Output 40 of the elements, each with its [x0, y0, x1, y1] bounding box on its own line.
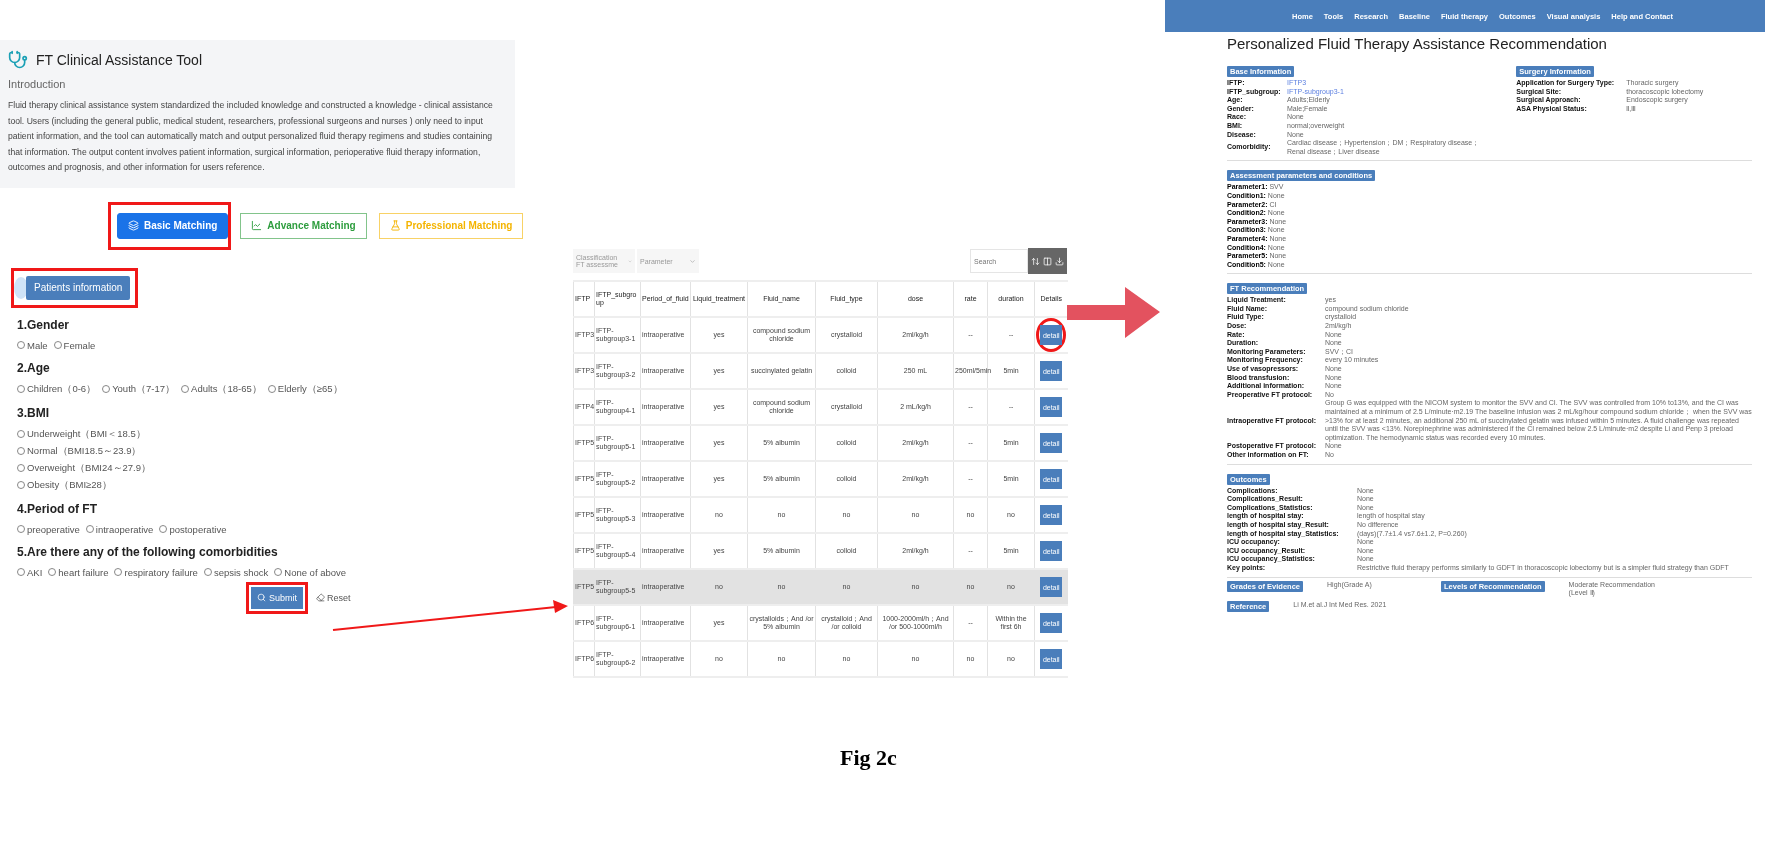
columns-icon[interactable] — [1043, 256, 1052, 266]
layers-icon — [128, 220, 139, 231]
radio-option[interactable]: Male — [17, 339, 48, 351]
caret-icon — [689, 257, 696, 265]
stethoscope-icon — [8, 50, 28, 70]
radio-option[interactable]: preoperative — [17, 523, 80, 535]
radio-option[interactable]: intraoperative — [85, 523, 154, 535]
radio-option[interactable]: sepsis shock — [203, 566, 269, 578]
radio-option[interactable]: Elderly（≥65） — [267, 382, 343, 396]
radio-option[interactable]: Youth（7-17） — [102, 382, 176, 396]
caret-icon — [627, 257, 632, 265]
patients-information-button[interactable]: Patients information — [26, 275, 131, 300]
flask-icon — [389, 220, 401, 231]
page-title: Personalized Fluid Therapy Assistance Recommendation — [1227, 35, 1608, 52]
radio-option[interactable]: Obesity（BMI≥28） — [17, 478, 357, 492]
radio-option[interactable]: Female — [53, 339, 96, 351]
reset-button[interactable]: Reset — [316, 592, 351, 603]
radio-option[interactable]: AKI — [17, 566, 43, 578]
tool-title: FT Clinical Assistance Tool — [36, 52, 202, 68]
radio-option[interactable]: Overweight（BMI24～27.9） — [17, 461, 357, 475]
radio-option[interactable]: Adults（18-65） — [181, 382, 262, 396]
search-icon — [257, 593, 266, 602]
figure-caption: Fig 2c — [840, 745, 897, 771]
intro-text: Fluid therapy clinical assistance system standardized the included knowledge and constructed a knowledge - clinical assistance tool. Users (including the general public, medical student, researchers, professional surgeons and nurses ) only need to input patient information, and the tool can automatically match and output personalized fluid therapy regimens and studies containing that information. The output content involves patient information, surgical information, perioperative fluid therapy information, outcomes and prognosis, and other information for users reference. — [8, 99, 494, 174]
eraser-icon — [316, 593, 325, 602]
mode-tab[interactable]: Basic Matching — [117, 212, 229, 239]
mode-tab[interactable]: Advance Matching — [240, 212, 367, 239]
question-title: 1.Gender — [17, 317, 71, 332]
radio-option[interactable]: postoperative — [159, 523, 227, 535]
radio-option[interactable]: None of above — [274, 566, 347, 578]
radio-option[interactable]: heart failure — [48, 566, 109, 578]
line-chart-icon — [251, 220, 263, 231]
radio-option[interactable]: Normal（BMI18.5～23.9） — [17, 444, 357, 458]
radio-option[interactable]: respiratory failure — [114, 566, 198, 578]
sort-icon[interactable] — [1031, 256, 1040, 266]
intro-heading: Introduction — [8, 78, 67, 90]
radio-option[interactable]: Children（0-6） — [17, 382, 97, 396]
submit-button[interactable]: Submit — [251, 586, 303, 609]
download-icon[interactable] — [1055, 256, 1064, 266]
radio-option[interactable]: Underweight（BMI＜18.5） — [17, 427, 357, 441]
